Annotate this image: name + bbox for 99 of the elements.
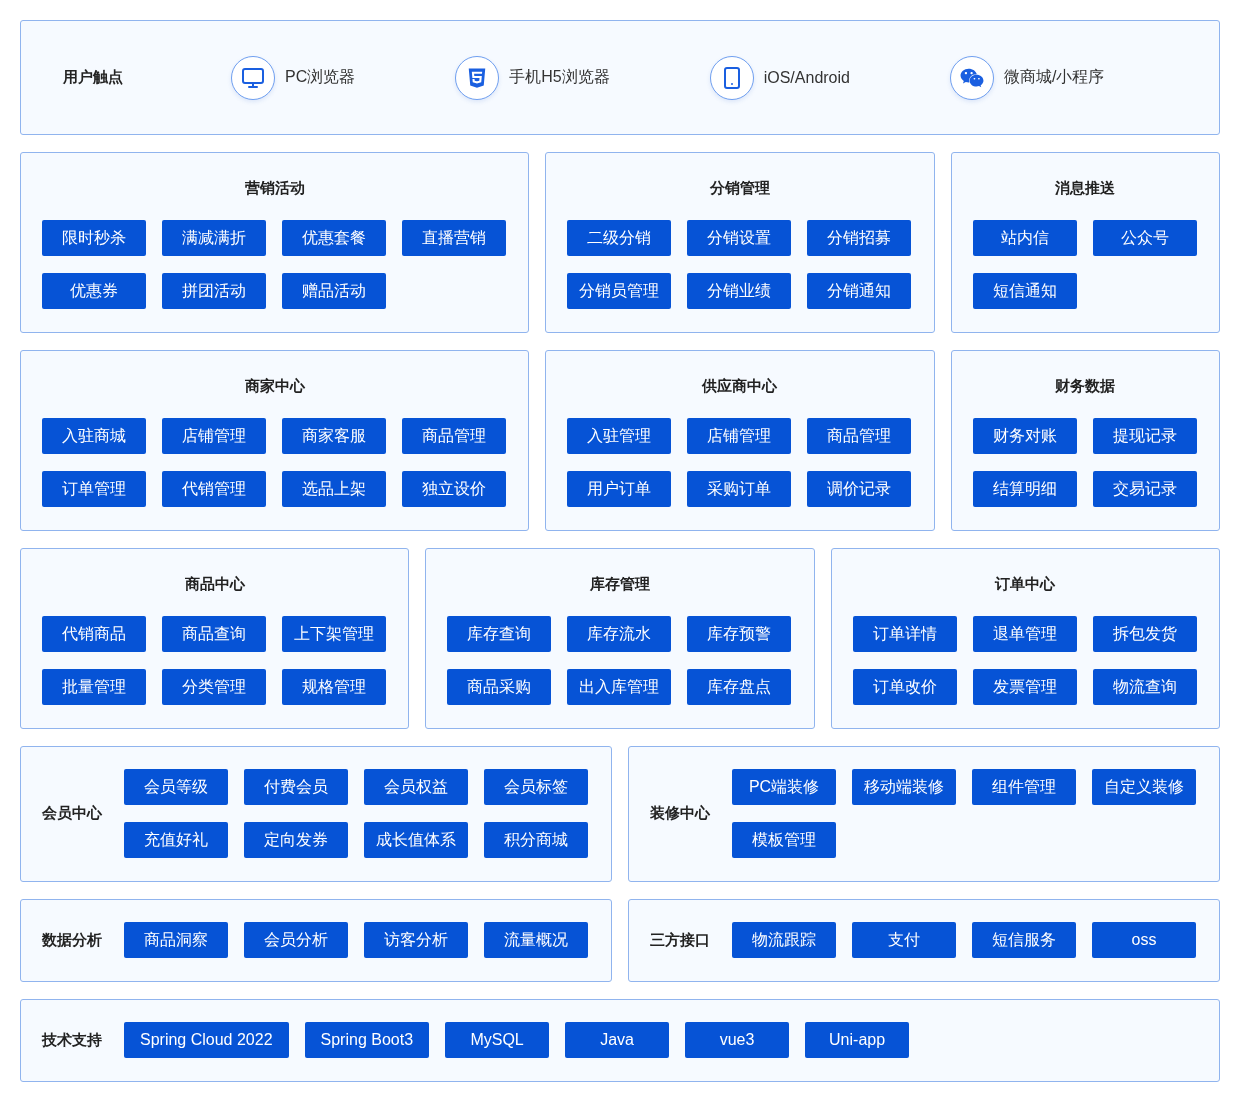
module-button[interactable]: 商品查询 [162, 616, 266, 652]
module-button[interactable]: 充值好礼 [124, 822, 228, 858]
module-button[interactable]: 自定义装修 [1092, 769, 1196, 805]
module-button[interactable]: 物流跟踪 [732, 922, 836, 958]
module-button[interactable]: 订单详情 [852, 616, 957, 652]
module-button[interactable]: 拼团活动 [162, 273, 266, 309]
module-button[interactable]: 优惠券 [42, 273, 146, 309]
module-button[interactable]: 支付 [852, 922, 956, 958]
panel-title: 库存管理 [590, 575, 650, 594]
module-button[interactable]: 会员权益 [364, 769, 468, 805]
module-button[interactable]: 分销通知 [807, 273, 912, 309]
module-button[interactable]: 调价记录 [807, 471, 912, 507]
module-button[interactable]: 规格管理 [282, 669, 386, 705]
module-button[interactable]: 订单管理 [42, 471, 146, 507]
module-button[interactable]: MySQL [445, 1022, 550, 1058]
module-button[interactable]: 积分商城 [484, 822, 588, 858]
module-button[interactable]: 代销管理 [162, 471, 266, 507]
module-button[interactable]: 站内信 [972, 220, 1077, 256]
module-button[interactable]: 赠品活动 [282, 273, 386, 309]
module-button[interactable]: 订单改价 [852, 669, 957, 705]
touchpoint-label: iOS/Android [763, 68, 850, 87]
module-button[interactable]: 公众号 [1092, 220, 1197, 256]
panel-title: 技术支持 [42, 1030, 102, 1050]
module-button[interactable]: 二级分销 [567, 220, 672, 256]
panel-title: 订单中心 [995, 575, 1056, 594]
module-button[interactable]: 定向发券 [244, 822, 348, 858]
module-button[interactable]: 模板管理 [732, 822, 836, 858]
monitor-icon [241, 65, 265, 90]
module-button[interactable]: 代销商品 [42, 616, 146, 652]
panel-title: 装修中心 [650, 804, 710, 823]
module-button[interactable]: Spring Boot3 [304, 1022, 430, 1058]
module-button[interactable]: 库存查询 [447, 616, 552, 652]
module-button[interactable]: 限时秒杀 [42, 220, 146, 256]
panel-title: 商家中心 [244, 377, 305, 396]
module-button[interactable]: 结算明细 [972, 471, 1077, 507]
module-button[interactable]: 采购订单 [687, 471, 792, 507]
module-button[interactable]: 选品上架 [282, 471, 386, 507]
touchpoint-label: 手机H5浏览器 [509, 67, 610, 87]
panel-title: 数据分析 [42, 930, 102, 950]
panel-title: 营销活动 [244, 179, 305, 198]
module-button[interactable]: 组件管理 [972, 769, 1076, 805]
module-button[interactable]: 提现记录 [1092, 418, 1197, 454]
module-button[interactable]: 商品管理 [402, 418, 506, 454]
module-button[interactable]: 商品洞察 [124, 922, 228, 958]
module-button[interactable]: 用户订单 [567, 471, 672, 507]
module-button[interactable]: 库存流水 [567, 616, 672, 652]
panel-title: 会员中心 [42, 804, 102, 823]
touchpoint-label: 微商城/小程序 [1003, 67, 1105, 87]
module-button[interactable]: 分销业绩 [687, 273, 792, 309]
module-button[interactable]: Java [565, 1022, 670, 1058]
module-button[interactable]: 短信服务 [972, 922, 1076, 958]
module-button[interactable]: 拆包发货 [1092, 616, 1197, 652]
panel-title: 供应商中心 [702, 377, 778, 396]
module-button[interactable]: oss [1092, 922, 1196, 958]
module-button[interactable]: 入驻管理 [567, 418, 672, 454]
module-button[interactable]: 独立设价 [402, 471, 506, 507]
panel-title: 财务数据 [1055, 377, 1116, 396]
panel-title: 三方接口 [650, 930, 710, 950]
module-button[interactable]: Spring Cloud 2022 [124, 1022, 289, 1058]
module-button[interactable]: 物流查询 [1092, 669, 1197, 705]
module-button[interactable]: 商家客服 [282, 418, 386, 454]
module-button[interactable]: 满减满折 [162, 220, 266, 256]
panel-title: 用户触点 [63, 68, 123, 87]
module-button[interactable]: 流量概况 [484, 922, 588, 958]
module-button[interactable]: Uni-app [805, 1022, 910, 1058]
module-button[interactable]: 分销招募 [807, 220, 912, 256]
panel-title: 商品中心 [184, 575, 245, 594]
module-button[interactable]: 直播营销 [402, 220, 506, 256]
module-button[interactable]: 库存盘点 [687, 669, 792, 705]
module-button[interactable]: vue3 [685, 1022, 790, 1058]
module-button[interactable]: 分类管理 [162, 669, 266, 705]
module-button[interactable]: 退单管理 [972, 616, 1077, 652]
module-button[interactable]: 会员分析 [244, 922, 348, 958]
module-button[interactable]: 发票管理 [972, 669, 1077, 705]
module-button[interactable]: 商品管理 [807, 418, 912, 454]
module-button[interactable]: 优惠套餐 [282, 220, 386, 256]
module-button[interactable]: 商品采购 [447, 669, 552, 705]
module-button[interactable]: 上下架管理 [282, 616, 386, 652]
module-button[interactable]: 交易记录 [1092, 471, 1197, 507]
module-button[interactable]: 批量管理 [42, 669, 146, 705]
module-button[interactable]: 移动端装修 [852, 769, 956, 805]
module-button[interactable]: 访客分析 [364, 922, 468, 958]
module-button[interactable]: 成长值体系 [364, 822, 468, 858]
module-button[interactable]: 分销员管理 [567, 273, 672, 309]
module-button[interactable]: 会员标签 [484, 769, 588, 805]
module-button[interactable]: 出入库管理 [567, 669, 672, 705]
module-button[interactable]: 付费会员 [244, 769, 348, 805]
module-button[interactable]: 短信通知 [972, 273, 1077, 309]
module-button[interactable]: 会员等级 [124, 769, 228, 805]
module-button[interactable]: 店铺管理 [687, 418, 792, 454]
module-button[interactable]: 店铺管理 [162, 418, 266, 454]
touchpoint-label: PC浏览器 [285, 67, 356, 87]
module-button[interactable]: PC端装修 [732, 769, 836, 805]
module-button[interactable]: 财务对账 [972, 418, 1077, 454]
module-button[interactable]: 分销设置 [687, 220, 792, 256]
panel-title: 分销管理 [710, 179, 770, 198]
module-button[interactable]: 入驻商城 [42, 418, 146, 454]
module-button[interactable]: 库存预警 [687, 616, 792, 652]
panel-title: 消息推送 [1055, 179, 1116, 198]
